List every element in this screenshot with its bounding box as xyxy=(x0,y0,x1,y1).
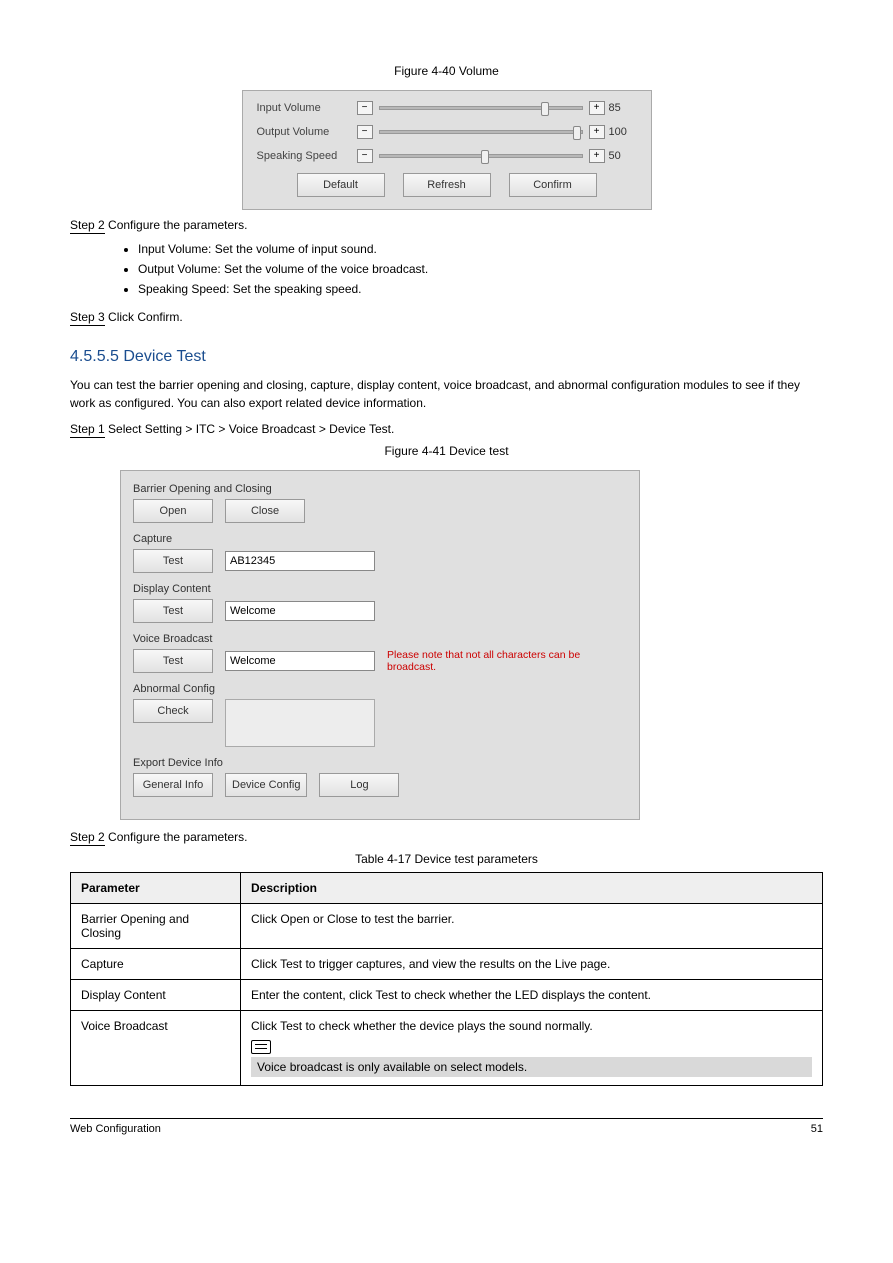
voice-broadcast-label: Voice Broadcast xyxy=(133,633,627,645)
barrier-label: Barrier Opening and Closing xyxy=(133,483,627,495)
footer-left: Web Configuration xyxy=(70,1123,161,1135)
table-header-description: Description xyxy=(241,873,823,904)
step-2-item-1: Input Volume: Set the volume of input so… xyxy=(138,240,823,258)
step-2-item-3: Speaking Speed: Set the speaking speed. xyxy=(138,280,823,298)
output-volume-slider[interactable] xyxy=(379,130,583,134)
speaking-speed-plus[interactable]: + xyxy=(589,149,605,163)
step-3-text: Click Confirm. xyxy=(108,310,183,324)
export-general-info-button[interactable]: General Info xyxy=(133,773,213,797)
export-device-info-label: Export Device Info xyxy=(133,757,627,769)
param-display-content: Display Content xyxy=(71,980,241,1011)
input-volume-row: Input Volume − + 85 xyxy=(257,101,637,115)
desc-voice-broadcast: Click Test to check whether the device p… xyxy=(241,1011,823,1086)
voice-test-button[interactable]: Test xyxy=(133,649,213,673)
table-row: Voice Broadcast Click Test to check whet… xyxy=(71,1011,823,1086)
figure-caption-device-test: Figure 4-41 Device test xyxy=(70,444,823,458)
param-barrier: Barrier Opening and Closing xyxy=(71,904,241,949)
page-footer: Web Configuration 51 xyxy=(70,1118,823,1135)
desc-voice-line: Click Test to check whether the device p… xyxy=(251,1019,812,1033)
param-capture: Capture xyxy=(71,949,241,980)
desc-capture: Click Test to trigger captures, and view… xyxy=(241,949,823,980)
abnormal-config-output xyxy=(225,699,375,747)
output-volume-row: Output Volume − + 100 xyxy=(257,125,637,139)
input-volume-plus[interactable]: + xyxy=(589,101,605,115)
footer-page-number: 51 xyxy=(811,1123,823,1135)
voice-broadcast-warning: Please note that not all characters can … xyxy=(387,649,627,673)
table-row: Display Content Enter the content, click… xyxy=(71,980,823,1011)
barrier-close-button[interactable]: Close xyxy=(225,499,305,523)
speaking-speed-label: Speaking Speed xyxy=(257,150,357,162)
capture-test-button[interactable]: Test xyxy=(133,549,213,573)
step-3: Step 3 Click Confirm. xyxy=(70,310,823,324)
table-caption: Table 4-17 Device test parameters xyxy=(70,852,823,866)
step-2-intro: Configure the parameters. xyxy=(108,218,247,232)
input-volume-minus[interactable]: − xyxy=(357,101,373,115)
figure-caption-volume: Figure 4-40 Volume xyxy=(70,64,823,78)
capture-input[interactable] xyxy=(225,551,375,571)
display-test-button[interactable]: Test xyxy=(133,599,213,623)
speaking-speed-row: Speaking Speed − + 50 xyxy=(257,149,637,163)
step-1-text: Select Setting > ITC > Voice Broadcast >… xyxy=(108,422,394,436)
output-volume-value: 100 xyxy=(609,126,637,138)
input-volume-value: 85 xyxy=(609,102,637,114)
speaking-speed-value: 50 xyxy=(609,150,637,162)
section-heading-device-test: 4.5.5.5 Device Test xyxy=(70,348,823,366)
voice-broadcast-input[interactable] xyxy=(225,651,375,671)
step-1-number: Step 1 xyxy=(70,422,105,438)
step-2: Step 2 Configure the parameters. xyxy=(70,218,823,232)
step-2b: Step 2 Configure the parameters. xyxy=(70,830,823,844)
step-1: Step 1 Select Setting > ITC > Voice Broa… xyxy=(70,422,823,436)
abnormal-check-button[interactable]: Check xyxy=(133,699,213,723)
param-voice-broadcast: Voice Broadcast xyxy=(71,1011,241,1086)
volume-panel: Input Volume − + 85 Output Volume − + 10… xyxy=(242,90,652,210)
table-row: Capture Click Test to trigger captures, … xyxy=(71,949,823,980)
input-volume-label: Input Volume xyxy=(257,102,357,114)
step-2b-text: Configure the parameters. xyxy=(108,830,247,844)
step-3-number: Step 3 xyxy=(70,310,105,326)
step-2-item-2: Output Volume: Set the volume of the voi… xyxy=(138,260,823,278)
section-intro: You can test the barrier opening and clo… xyxy=(70,376,823,412)
parameters-table: Parameter Description Barrier Opening an… xyxy=(70,872,823,1086)
device-test-panel: Barrier Opening and Closing Open Close C… xyxy=(120,470,640,820)
input-volume-slider[interactable] xyxy=(379,106,583,110)
table-row: Barrier Opening and Closing Click Open o… xyxy=(71,904,823,949)
note-icon xyxy=(251,1040,271,1054)
capture-label: Capture xyxy=(133,533,627,545)
refresh-button[interactable]: Refresh xyxy=(403,173,491,197)
step-2-number: Step 2 xyxy=(70,218,105,234)
display-content-input[interactable] xyxy=(225,601,375,621)
speaking-speed-slider[interactable] xyxy=(379,154,583,158)
step-2b-number: Step 2 xyxy=(70,830,105,846)
export-log-button[interactable]: Log xyxy=(319,773,399,797)
speaking-speed-minus[interactable]: − xyxy=(357,149,373,163)
display-content-label: Display Content xyxy=(133,583,627,595)
default-button[interactable]: Default xyxy=(297,173,385,197)
desc-display-content: Enter the content, click Test to check w… xyxy=(241,980,823,1011)
export-device-config-button[interactable]: Device Config xyxy=(225,773,307,797)
desc-voice-note: Voice broadcast is only available on sel… xyxy=(251,1057,812,1077)
abnormal-config-label: Abnormal Config xyxy=(133,683,627,695)
step-2-body: Input Volume: Set the volume of input so… xyxy=(120,240,823,298)
output-volume-minus[interactable]: − xyxy=(357,125,373,139)
desc-barrier: Click Open or Close to test the barrier. xyxy=(241,904,823,949)
output-volume-plus[interactable]: + xyxy=(589,125,605,139)
table-header-parameter: Parameter xyxy=(71,873,241,904)
barrier-open-button[interactable]: Open xyxy=(133,499,213,523)
confirm-button[interactable]: Confirm xyxy=(509,173,597,197)
output-volume-label: Output Volume xyxy=(257,126,357,138)
